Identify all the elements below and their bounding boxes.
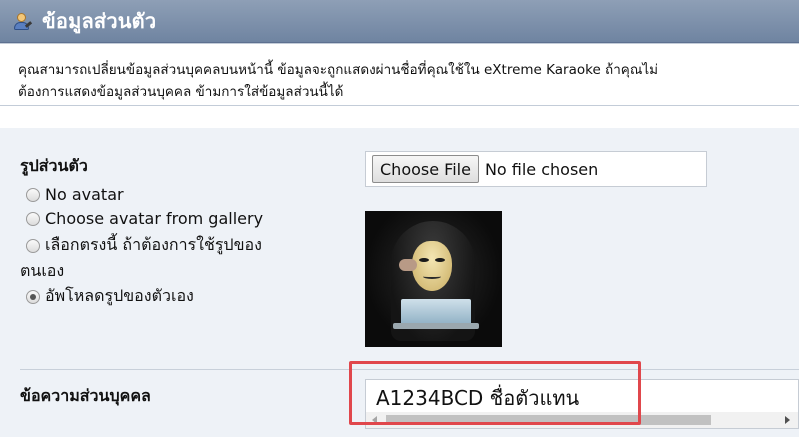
radio-option-gallery[interactable]: Choose avatar from gallery — [26, 209, 263, 228]
avatar-preview-image — [365, 211, 502, 347]
scroll-left-icon[interactable] — [372, 416, 377, 424]
signature-textarea[interactable]: A1234BCD ชื่อตัวแทน — [365, 379, 799, 429]
radio-label: No avatar — [45, 185, 124, 204]
horizontal-scrollbar[interactable] — [366, 412, 798, 428]
radio-button-selected[interactable] — [26, 289, 40, 304]
user-edit-icon — [12, 11, 33, 31]
radio-option-custom-url[interactable]: เลือกตรงนี้ ถ้าต้องการใช้รูปของ — [26, 233, 262, 258]
page-title: ข้อมูลส่วนตัว — [42, 9, 157, 33]
description-line-2: ต้องการแสดงข้อมูลส่วนบุคคล ข้ามการใส่ข้อ… — [18, 84, 344, 100]
avatar-section-label: รูปส่วนตัว — [20, 156, 88, 175]
file-status-text: No file chosen — [484, 159, 599, 179]
radio-label-continuation: ตนเอง — [20, 261, 65, 280]
choose-file-button[interactable]: Choose File — [372, 155, 479, 183]
radio-button[interactable] — [26, 211, 40, 226]
file-upload-field[interactable]: Choose File No file chosen — [365, 151, 707, 187]
radio-label: เลือกตรงนี้ ถ้าต้องการใช้รูปของ — [45, 235, 262, 254]
radio-button[interactable] — [26, 238, 40, 253]
radio-option-upload[interactable]: อัพโหลดรูปของตัวเอง — [26, 284, 194, 309]
profile-form-panel: รูปส่วนตัว No avatar Choose avatar from … — [0, 128, 799, 437]
radio-label: อัพโหลดรูปของตัวเอง — [45, 286, 194, 305]
signature-text: A1234BCD ชื่อตัวแทน — [376, 386, 580, 410]
description-line-1: คุณสามารถเปลี่ยนข้อมูลส่วนบุคคลบนหน้านี้… — [18, 62, 659, 78]
signature-label: ข้อความส่วนบุคคล — [20, 386, 151, 405]
radio-label: Choose avatar from gallery — [45, 209, 264, 228]
scrollbar-thumb[interactable] — [386, 415, 711, 425]
radio-option-no-avatar[interactable]: No avatar — [26, 185, 124, 204]
page-header: ข้อมูลส่วนตัว — [0, 0, 799, 43]
scroll-right-icon[interactable] — [785, 416, 790, 424]
radio-button[interactable] — [26, 187, 40, 202]
section-divider — [20, 369, 799, 370]
description: คุณสามารถเปลี่ยนข้อมูลส่วนบุคคลบนหน้านี้… — [0, 43, 799, 106]
